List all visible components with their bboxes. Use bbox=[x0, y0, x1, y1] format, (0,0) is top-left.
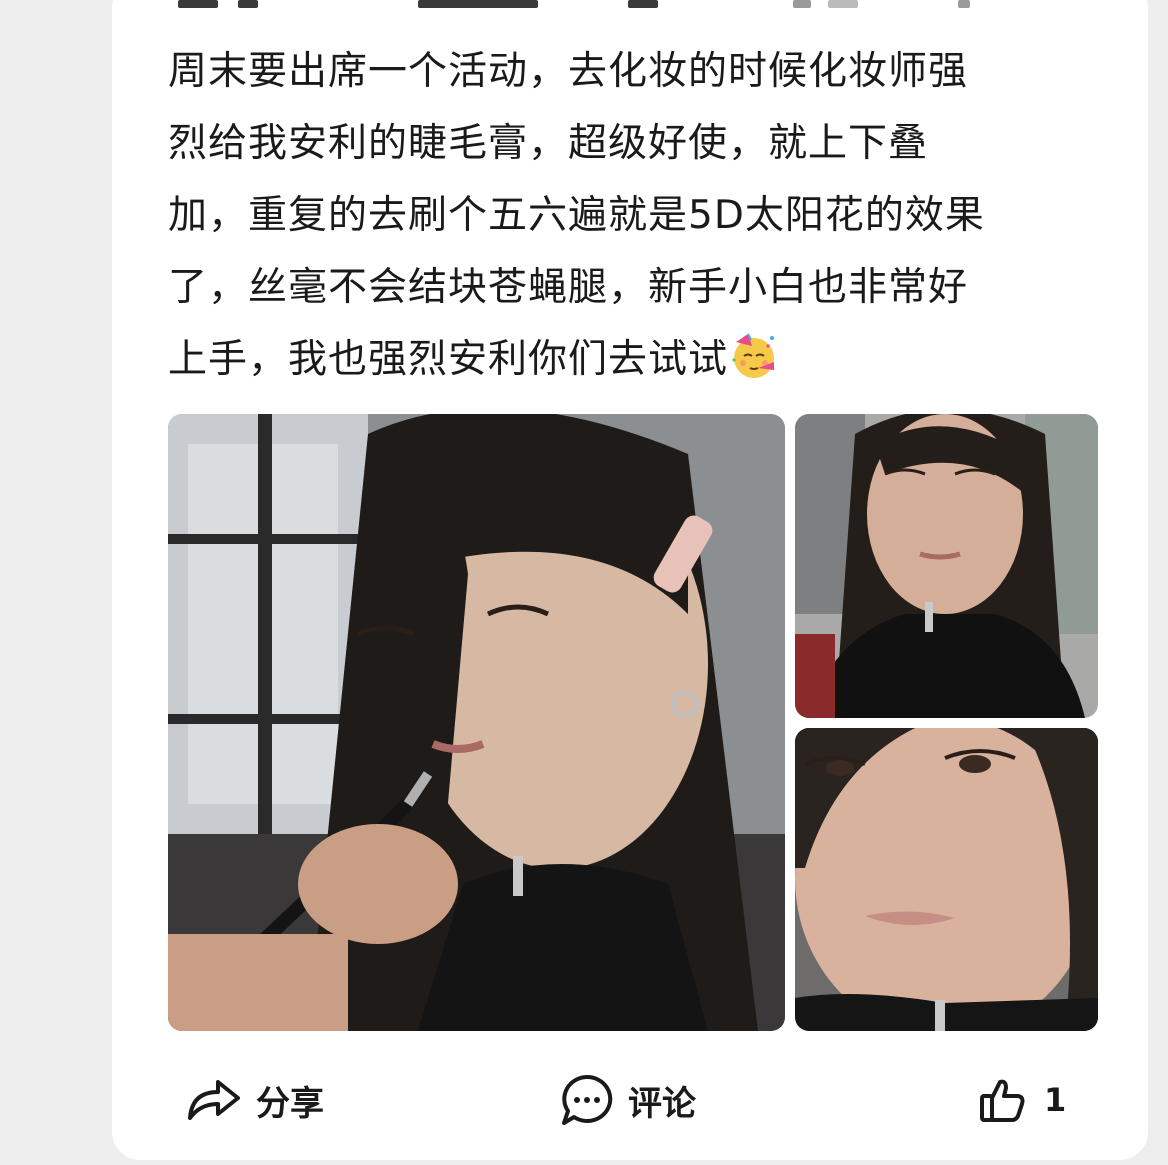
post-text-line: 上手，我也强烈安利你们去试试 bbox=[168, 337, 729, 382]
photo-selfie-top[interactable] bbox=[795, 414, 1098, 718]
comment-icon bbox=[562, 1074, 613, 1125]
cropped-previous-text bbox=[168, 0, 988, 10]
like-button[interactable]: 1 bbox=[978, 1070, 1066, 1130]
share-button[interactable]: 分享 bbox=[186, 1070, 324, 1130]
like-count: 1 bbox=[1044, 1081, 1067, 1119]
post-action-bar: 分享 评论 1 bbox=[168, 1070, 1098, 1130]
post-text-line: 周末要出席一个活动，去化妆的时候化妆师强 bbox=[168, 49, 969, 94]
share-label: 分享 bbox=[256, 1083, 324, 1124]
partying-face-emoji bbox=[732, 333, 775, 378]
share-icon bbox=[188, 1080, 240, 1120]
photo-closeup-bottom[interactable] bbox=[795, 728, 1098, 1031]
post-text-line: 烈给我安利的睫毛膏，超级好使，就上下叠 bbox=[168, 121, 929, 166]
comment-button[interactable]: 评论 bbox=[560, 1070, 696, 1130]
thumbs-up-icon bbox=[980, 1079, 1025, 1122]
post-text-line: 了，丝毫不会结块苍蝇腿，新手小白也非常好 bbox=[168, 265, 969, 310]
comment-label: 评论 bbox=[628, 1083, 696, 1124]
photo-makeup-application[interactable] bbox=[168, 414, 785, 1031]
post-body-text: 周末要出席一个活动，去化妆的时候化妆师强 烈给我安利的睫毛膏，超级好使，就上下叠… bbox=[168, 36, 1098, 396]
post-text-line-last: 上手，我也强烈安利你们去试试 bbox=[168, 324, 1098, 396]
post-text-line: 加，重复的去刷个五六遍就是5D太阳花的效果 bbox=[168, 193, 985, 238]
